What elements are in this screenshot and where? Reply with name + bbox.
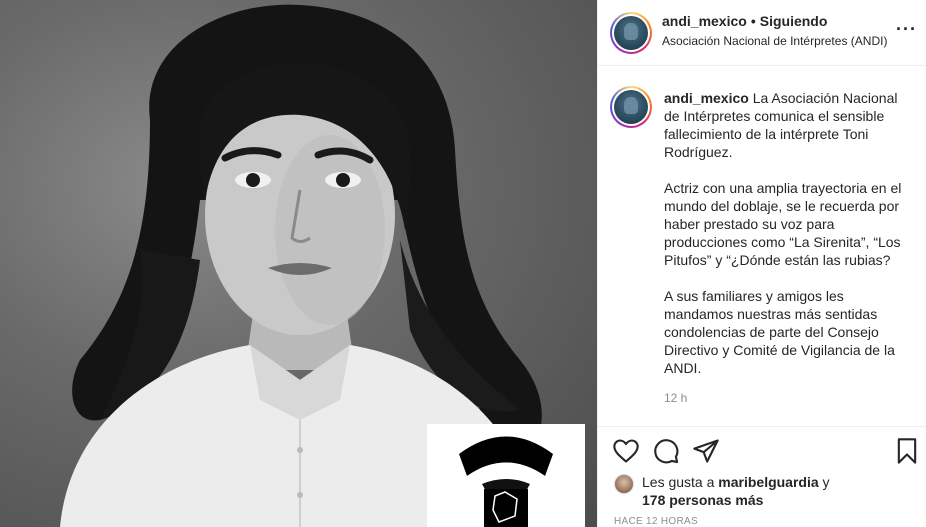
caption-paragraph-3: A sus familiares y amigos les mandamos n… — [664, 288, 895, 376]
likes-summary: Les gusta a maribelguardia y 178 persona… — [642, 473, 830, 509]
comment-icon[interactable] — [652, 437, 680, 465]
header-username[interactable]: andi_mexico — [662, 13, 747, 29]
likes-prefix: Les gusta a — [642, 474, 715, 490]
post-header: andi_mexico • Siguiendo Asociación Naciona… — [598, 0, 926, 66]
caption-avatar[interactable] — [610, 86, 652, 128]
caption-time: 12 h — [664, 391, 688, 405]
andi-logo-avatar — [614, 90, 648, 124]
post-timestamp[interactable]: HACE 12 HORAS — [614, 516, 698, 527]
caption-paragraph-2: Actriz con una amplia trayectoria en el … — [664, 180, 902, 268]
caption-username[interactable]: andi_mexico — [664, 90, 749, 106]
profile-avatar[interactable] — [610, 12, 652, 54]
action-bar: Les gusta a maribelguardia y 178 persona… — [598, 426, 926, 527]
mourning-ribbon-icon — [459, 436, 553, 527]
post-photo[interactable] — [0, 0, 597, 527]
more-horizontal-icon[interactable]: ··· — [896, 19, 917, 39]
likes-count-link[interactable]: 178 personas más — [642, 492, 763, 508]
bookmark-icon[interactable] — [893, 437, 921, 465]
andi-logo-avatar — [614, 16, 648, 50]
post-panel: andi_mexico • Siguiendo Asociación Naciona… — [597, 0, 926, 527]
liker-username[interactable]: maribelguardia — [718, 474, 818, 490]
following-button[interactable]: Siguiendo — [760, 13, 828, 29]
mourning-ribbon-card — [427, 424, 585, 527]
header-subtitle[interactable]: Asociación Nacional de Intérpretes (ANDI… — [662, 34, 887, 48]
caption-section: andi_mexico La Asociación Nacional de In… — [598, 66, 926, 426]
heart-icon[interactable] — [612, 437, 640, 465]
header-user-line: andi_mexico • Siguiendo — [662, 13, 827, 29]
separator-dot: • — [750, 13, 756, 29]
liker-avatar[interactable] — [614, 474, 634, 494]
caption-text: andi_mexico La Asociación Nacional de In… — [664, 89, 914, 395]
share-icon[interactable] — [692, 437, 720, 465]
likes-joiner: y — [822, 474, 830, 490]
